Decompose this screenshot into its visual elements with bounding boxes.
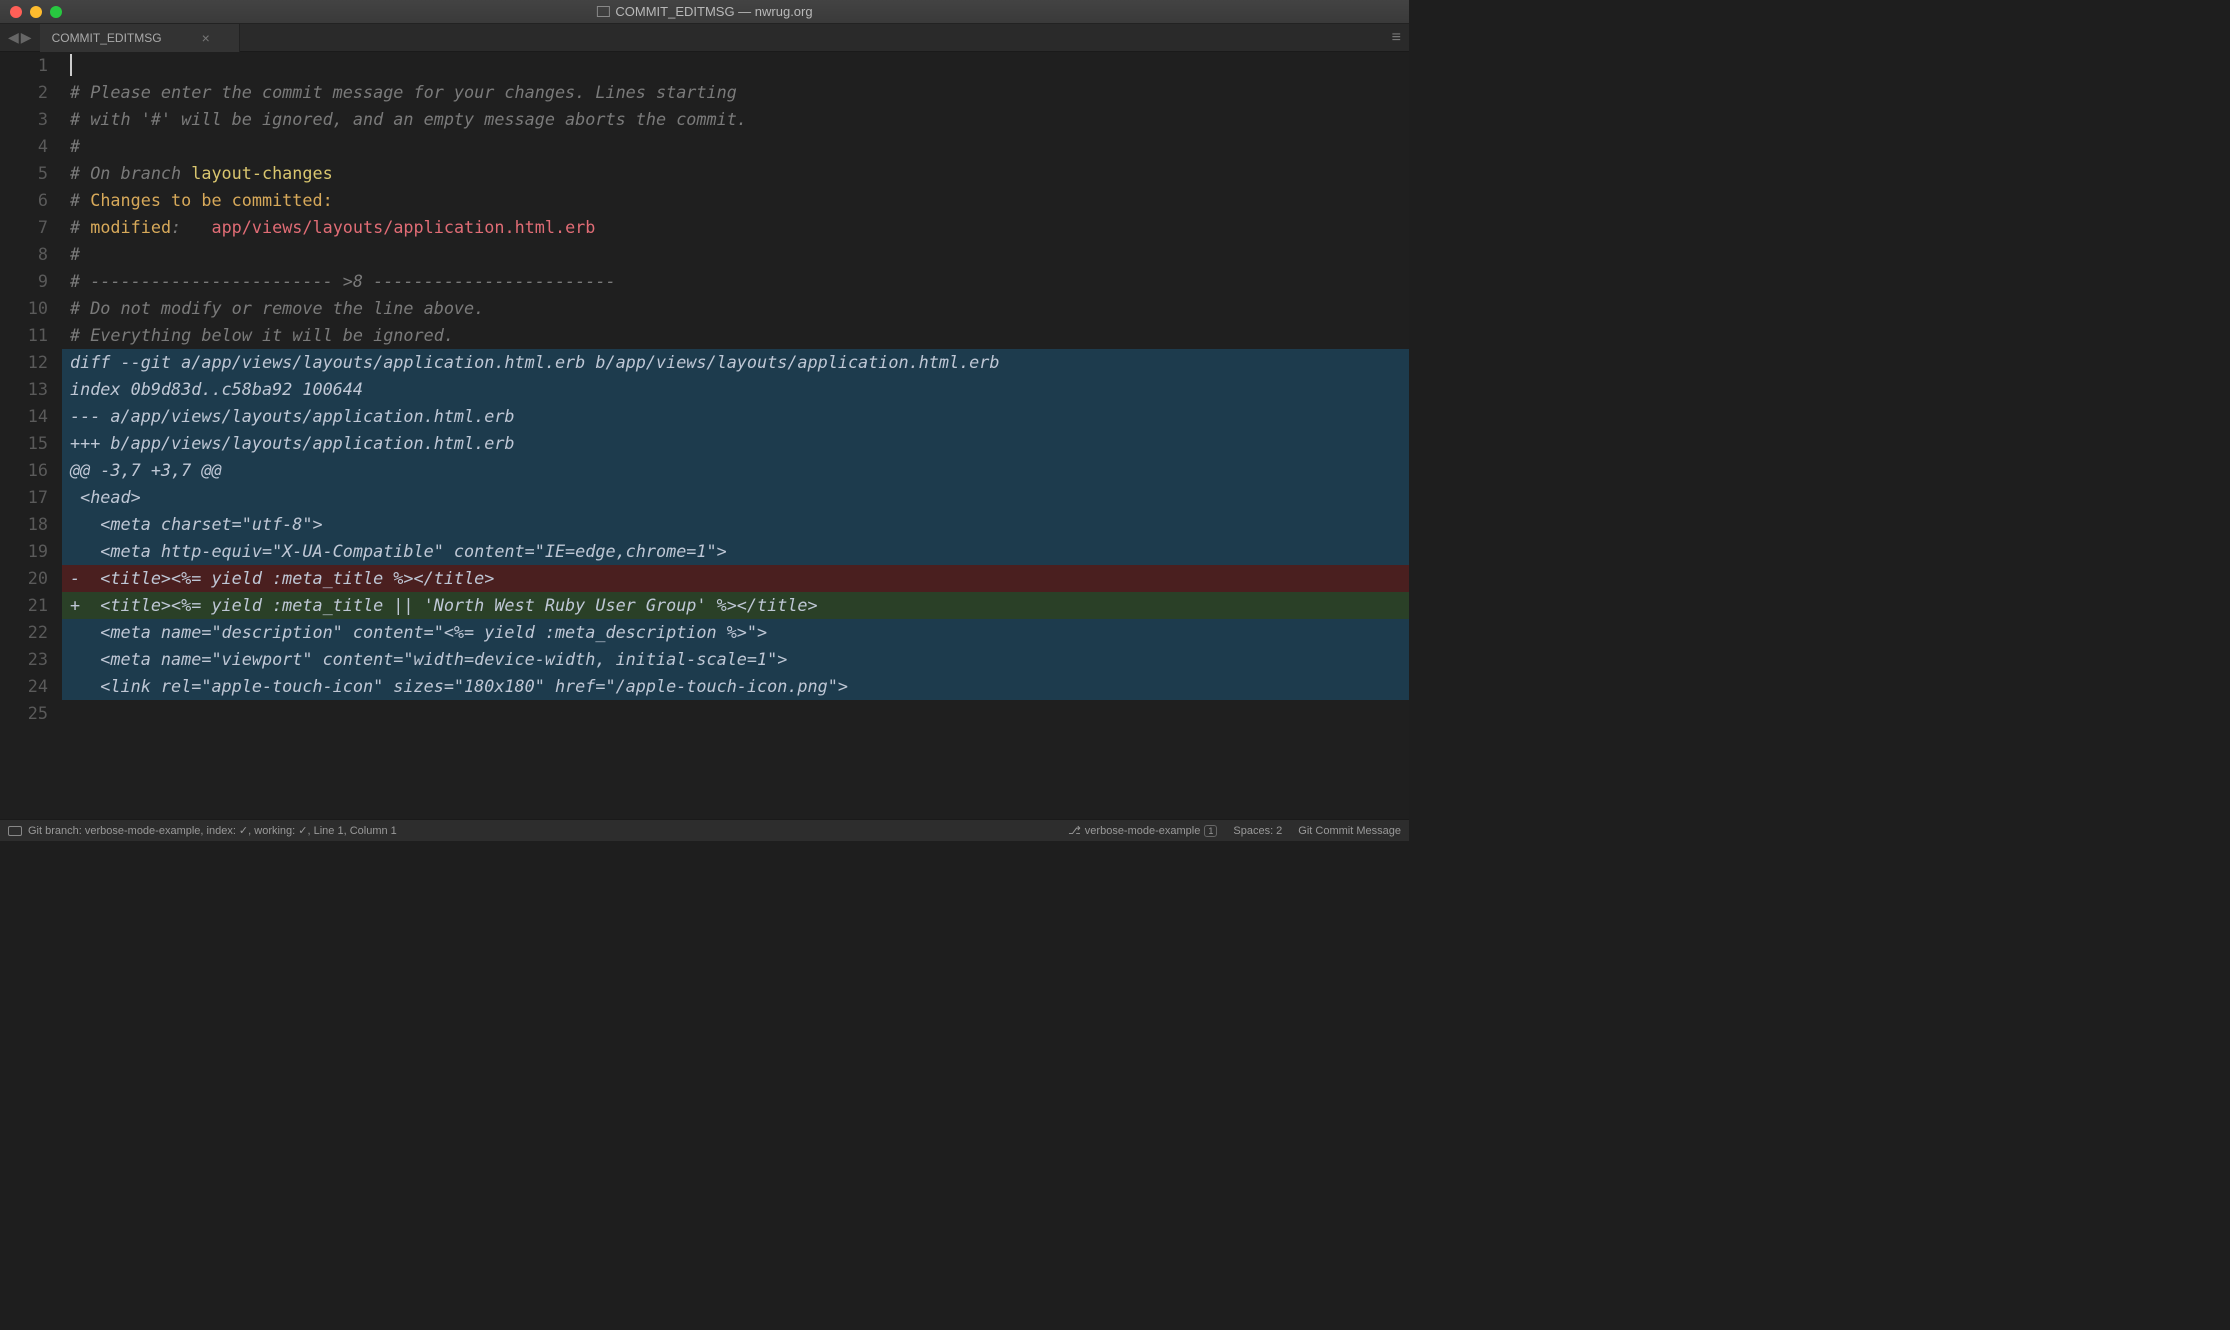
branch-icon [1068,824,1081,837]
code-line[interactable]: --- a/app/views/layouts/application.html… [62,403,1409,430]
line-number: 3 [0,106,48,133]
maximize-button[interactable] [50,6,62,18]
code-line[interactable]: # [62,241,1409,268]
nav-forward-icon[interactable]: ▶ [21,29,32,46]
text-cursor [70,54,72,76]
code-line[interactable]: # Everything below it will be ignored. [62,322,1409,349]
code-line[interactable]: diff --git a/app/views/layouts/applicati… [62,349,1409,376]
status-bar: Git branch: verbose-mode-example, index:… [0,819,1409,841]
status-indent-label: Spaces: 2 [1233,825,1282,837]
status-branch[interactable]: verbose-mode-example 1 [1068,824,1217,837]
status-branch-badge: 1 [1204,825,1217,837]
traffic-lights [10,6,62,18]
code-line[interactable]: # Do not modify or remove the line above… [62,295,1409,322]
code-line[interactable]: # On branch layout-changes [62,160,1409,187]
code-line[interactable]: # modified: app/views/layouts/applicatio… [62,214,1409,241]
line-number: 11 [0,322,48,349]
code-line[interactable]: <head> [62,484,1409,511]
code-line[interactable]: <meta http-equiv="X-UA-Compatible" conte… [62,538,1409,565]
line-number: 13 [0,376,48,403]
line-number-gutter: 1234567891011121314151617181920212223242… [0,52,62,819]
document-icon [596,6,609,17]
close-icon[interactable]: × [202,30,210,46]
code-line[interactable]: # Please enter the commit message for yo… [62,79,1409,106]
nav-back-icon[interactable]: ◀ [8,29,19,46]
code-content[interactable]: # Please enter the commit message for yo… [62,52,1409,819]
line-number: 22 [0,619,48,646]
line-number: 2 [0,79,48,106]
window-title-text: COMMIT_EDITMSG — nwrug.org [615,4,812,19]
line-number: 10 [0,295,48,322]
line-number: 14 [0,403,48,430]
line-number: 17 [0,484,48,511]
code-line[interactable]: <meta charset="utf-8"> [62,511,1409,538]
close-button[interactable] [10,6,22,18]
line-number: 15 [0,430,48,457]
tab-label: COMMIT_EDITMSG [52,31,162,45]
code-line[interactable] [62,52,1409,79]
code-line[interactable]: +++ b/app/views/layouts/application.html… [62,430,1409,457]
status-indent[interactable]: Spaces: 2 [1233,825,1282,837]
line-number: 25 [0,700,48,727]
editor-area[interactable]: 1234567891011121314151617181920212223242… [0,52,1409,819]
code-line[interactable]: # Changes to be committed: [62,187,1409,214]
code-line[interactable]: <meta name="viewport" content="width=dev… [62,646,1409,673]
line-number: 4 [0,133,48,160]
tab-nav-arrows: ◀ ▶ [0,29,40,46]
status-branch-name: verbose-mode-example [1085,825,1201,837]
line-number: 24 [0,673,48,700]
status-syntax[interactable]: Git Commit Message [1298,825,1401,837]
line-number: 8 [0,241,48,268]
line-number: 23 [0,646,48,673]
line-number: 19 [0,538,48,565]
line-number: 1 [0,52,48,79]
tab-bar: ◀ ▶ COMMIT_EDITMSG × ≡ [0,24,1409,52]
line-number: 16 [0,457,48,484]
line-number: 21 [0,592,48,619]
code-line[interactable]: - <title><%= yield :meta_title %></title… [62,565,1409,592]
tab-commit-editmsg[interactable]: COMMIT_EDITMSG × [40,24,240,52]
status-syntax-label: Git Commit Message [1298,825,1401,837]
status-left: Git branch: verbose-mode-example, index:… [8,824,397,837]
line-number: 7 [0,214,48,241]
status-text[interactable]: Git branch: verbose-mode-example, index:… [28,824,397,837]
line-number: 12 [0,349,48,376]
code-line[interactable]: # [62,133,1409,160]
line-number: 6 [0,187,48,214]
code-line[interactable] [62,700,1409,727]
code-line[interactable]: # with '#' will be ignored, and an empty… [62,106,1409,133]
hamburger-icon[interactable]: ≡ [1392,29,1401,47]
minimize-button[interactable] [30,6,42,18]
line-number: 20 [0,565,48,592]
code-line[interactable]: <link rel="apple-touch-icon" sizes="180x… [62,673,1409,700]
panel-icon[interactable] [8,826,22,836]
line-number: 5 [0,160,48,187]
code-line[interactable]: <meta name="description" content="<%= yi… [62,619,1409,646]
code-line[interactable]: + <title><%= yield :meta_title || 'North… [62,592,1409,619]
line-number: 9 [0,268,48,295]
code-line[interactable]: # ------------------------ >8 ----------… [62,268,1409,295]
code-line[interactable]: @@ -3,7 +3,7 @@ [62,457,1409,484]
window-title: COMMIT_EDITMSG — nwrug.org [596,4,812,19]
code-line[interactable]: index 0b9d83d..c58ba92 100644 [62,376,1409,403]
window-titlebar: COMMIT_EDITMSG — nwrug.org [0,0,1409,24]
line-number: 18 [0,511,48,538]
